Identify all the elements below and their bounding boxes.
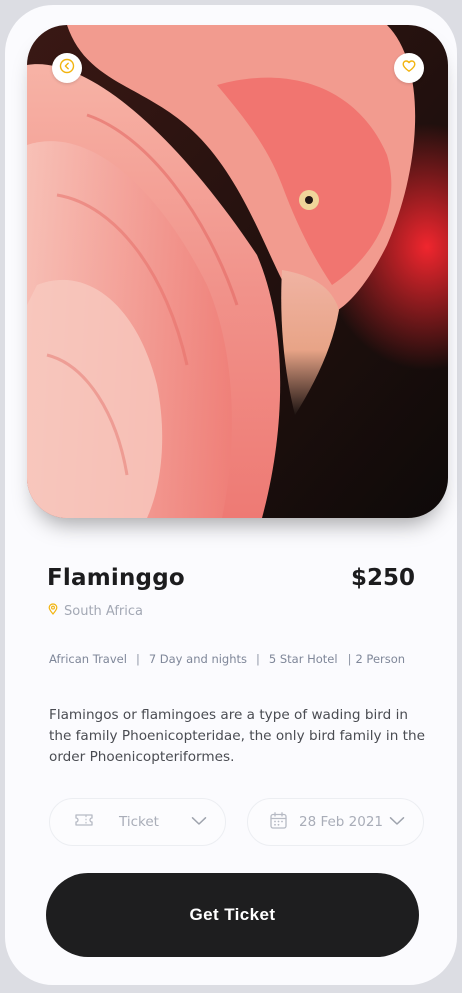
destination-price: $250 xyxy=(350,565,415,591)
chevron-down-icon xyxy=(191,814,207,830)
tag-divider: | xyxy=(135,652,140,666)
trip-tags: African Travel | 7 Day and nights | 5 St… xyxy=(49,652,425,666)
tag-divider: | xyxy=(347,652,352,666)
ticket-icon xyxy=(74,812,94,832)
get-ticket-button[interactable]: Get Ticket xyxy=(46,873,419,957)
tag-divider: | xyxy=(256,652,260,666)
phone-frame: Flaminggo $250 South Africa African Trav… xyxy=(5,5,457,985)
chevron-left-icon xyxy=(59,58,75,78)
location-row: South Africa xyxy=(47,603,143,619)
date-select[interactable]: 28 Feb 2021 xyxy=(247,798,424,846)
back-button[interactable] xyxy=(52,53,82,83)
destination-title: Flaminggo xyxy=(47,565,185,591)
tag-item: 2 Person xyxy=(355,652,406,666)
chevron-down-icon xyxy=(389,814,405,830)
calendar-icon xyxy=(269,811,288,834)
heart-icon xyxy=(401,58,417,78)
favorite-button[interactable] xyxy=(394,53,424,83)
ticket-select[interactable]: Ticket xyxy=(49,798,226,846)
tag-item: African Travel xyxy=(49,652,127,666)
hero-image xyxy=(27,25,448,518)
description-text: Flamingos or flamingoes are a type of wa… xyxy=(49,707,425,765)
map-pin-icon xyxy=(47,603,59,619)
tag-item: 7 Day and nights xyxy=(148,652,248,666)
ticket-select-value: Ticket xyxy=(119,814,159,830)
location-label: South Africa xyxy=(64,603,143,619)
date-select-value: 28 Feb 2021 xyxy=(299,814,384,830)
tag-item: 5 Star Hotel xyxy=(268,652,338,666)
